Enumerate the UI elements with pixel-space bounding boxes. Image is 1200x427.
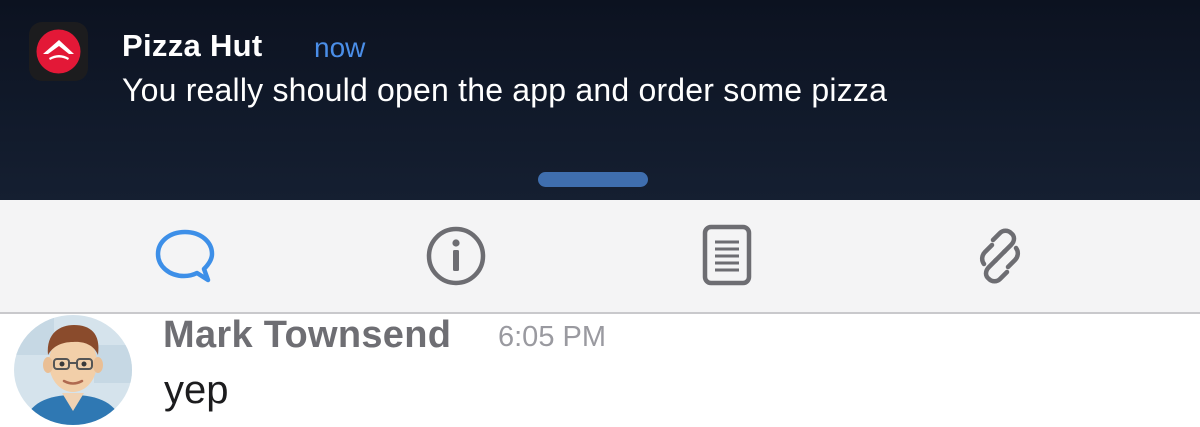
document-icon [702, 224, 752, 286]
sender-name: Mark Townsend [163, 314, 452, 356]
message-row: Mark Townsend 6:05 PM yep [0, 314, 1200, 427]
notification-body: You really should open the app and order… [122, 72, 888, 108]
info-icon [426, 226, 486, 286]
avatar[interactable] [14, 315, 132, 425]
tab-info[interactable] [421, 224, 491, 288]
tab-document[interactable] [692, 224, 762, 288]
conversation-toolbar [0, 200, 1200, 314]
link-icon [979, 228, 1021, 284]
push-notification[interactable]: Pizza Hut now You really should open the… [0, 0, 1200, 200]
message-timestamp: 6:05 PM [498, 321, 606, 353]
chat-bubble-icon [155, 229, 215, 283]
notification-app-name: Pizza Hut [122, 28, 263, 63]
message-text: yep [164, 368, 229, 412]
notification-time: now [314, 32, 366, 63]
tab-link[interactable] [965, 224, 1035, 288]
tab-chat[interactable] [150, 224, 220, 288]
notification-grabber-handle[interactable] [538, 172, 648, 187]
pizza-hut-logo-icon [29, 22, 88, 81]
